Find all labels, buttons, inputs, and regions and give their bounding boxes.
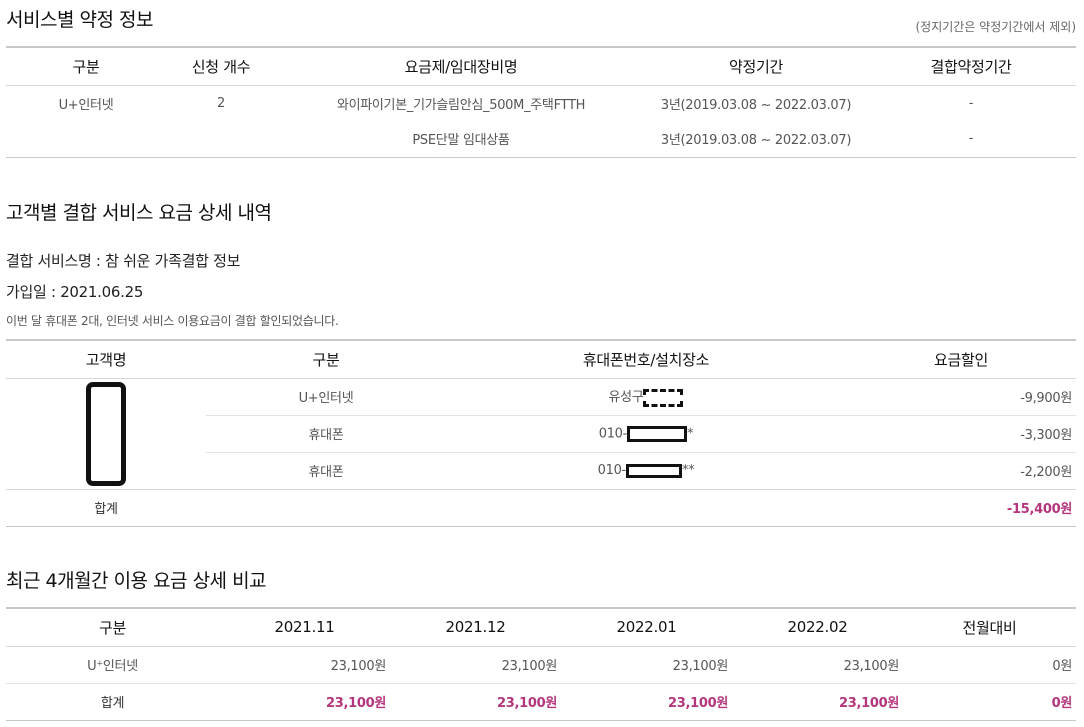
cell-value: 23,100원 bbox=[672, 659, 729, 674]
col-header-plan: 요금제/임대장비명 bbox=[276, 47, 646, 86]
total-value: 23,100원 bbox=[667, 696, 728, 711]
cell-phone: 010- ** bbox=[446, 452, 846, 489]
col-header-month: 2021.12 bbox=[390, 608, 561, 647]
cell-value: 23,100원 bbox=[843, 659, 900, 674]
phone-suffix: * bbox=[687, 426, 694, 441]
table-row: PSE단말 임대상품 3년(2019.03.08 ~ 2022.03.07) - bbox=[6, 121, 1076, 157]
cell-value: 23,100원 bbox=[330, 659, 387, 674]
contract-table: 구분 신청 개수 요금제/임대장비명 약정기간 결합약정기간 U+인터넷 2 와… bbox=[6, 46, 1076, 158]
cell-discount: -9,900원 bbox=[1020, 391, 1072, 406]
cell-plan: PSE단말 임대상품 bbox=[412, 133, 510, 149]
col-header-month: 2022.01 bbox=[561, 608, 732, 647]
total-value: 23,100원 bbox=[325, 696, 386, 711]
cell-period: 3년(2019.03.08 ~ 2022.03.07) bbox=[660, 97, 852, 113]
cell-combined: - bbox=[968, 131, 974, 147]
phone-suffix: ** bbox=[681, 463, 695, 478]
combined-discount-table: 고객명 구분 휴대폰번호/설치장소 요금할인 U+인터넷 유성구 -9,900원… bbox=[6, 339, 1076, 527]
col-header-month: 2021.11 bbox=[219, 608, 390, 647]
col-header-phone-location: 휴대폰번호/설치장소 bbox=[446, 340, 846, 379]
cell-phone: 010- * bbox=[446, 415, 846, 452]
cell-value: 23,100원 bbox=[501, 659, 558, 674]
cell-plan: 와이파이기본_기가슬림안심_500M_주택FTTH bbox=[336, 97, 586, 113]
col-header-period: 약정기간 bbox=[646, 47, 866, 86]
cell-category: U+인터넷 bbox=[58, 97, 114, 113]
cell-category bbox=[6, 121, 166, 157]
cell-category: 휴대폰 bbox=[308, 428, 344, 443]
phone-prefix: 010- bbox=[597, 463, 627, 478]
phone-prefix: 010- bbox=[598, 426, 628, 441]
total-value: 0원 bbox=[1051, 696, 1073, 711]
total-discount: -15,400원 bbox=[1006, 502, 1072, 517]
contract-note: (정지기간은 약정기간에서 제외) bbox=[915, 20, 1076, 34]
col-header-count: 신청 개수 bbox=[166, 47, 276, 86]
cell-category: U+인터넷 bbox=[298, 391, 354, 406]
table-row: U+인터넷 유성구 -9,900원 bbox=[6, 378, 1076, 490]
col-header-category: 구분 bbox=[6, 47, 166, 86]
redaction-mark bbox=[627, 425, 688, 442]
col-header-combined-period: 결합약정기간 bbox=[866, 47, 1076, 86]
total-row: 합계 23,100원 23,100원 23,100원 23,100원 0원 bbox=[6, 683, 1076, 720]
section-title-contract: 서비스별 약정 정보 bbox=[6, 9, 153, 31]
redaction-mark bbox=[625, 463, 682, 478]
total-label: 합계 bbox=[100, 696, 125, 711]
total-value: 23,100원 bbox=[838, 696, 899, 711]
cell-location: 유성구 bbox=[446, 378, 846, 415]
col-header-category: 구분 bbox=[206, 340, 446, 379]
location-prefix: 유성구 bbox=[608, 390, 644, 406]
usage-comparison-table: 구분 2021.11 2021.12 2022.01 2022.02 전월대비 … bbox=[6, 607, 1076, 721]
cell-count: 2 bbox=[217, 95, 225, 111]
combined-service-name: 결합 서비스명 : 참 쉬운 가족결합 정보 bbox=[6, 252, 241, 270]
col-header-month: 2022.02 bbox=[732, 608, 903, 647]
col-header-discount: 요금할인 bbox=[846, 340, 1076, 379]
cell-discount: -3,300원 bbox=[1020, 428, 1072, 443]
cell-category: 휴대폰 bbox=[308, 465, 344, 480]
total-label: 합계 bbox=[94, 502, 118, 517]
total-row: 합계 -15,400원 bbox=[6, 489, 1076, 526]
col-header-mom: 전월대비 bbox=[903, 608, 1076, 647]
table-row: U⁺인터넷 23,100원 23,100원 23,100원 23,100원 0원 bbox=[6, 646, 1076, 683]
customer-name-redacted bbox=[6, 378, 206, 490]
col-header-customer: 고객명 bbox=[6, 340, 206, 379]
cell-period: 3년(2019.03.08 ~ 2022.03.07) bbox=[660, 133, 852, 149]
cell-discount: -2,200원 bbox=[1020, 465, 1072, 480]
cell-category: U⁺인터넷 bbox=[87, 659, 138, 674]
discount-description: 이번 달 휴대폰 2대, 인터넷 서비스 이용요금이 결합 할인되었습니다. bbox=[6, 314, 339, 328]
cell-combined: - bbox=[968, 95, 974, 111]
section-title-combined: 고객별 결합 서비스 요금 상세 내역 bbox=[6, 202, 272, 224]
total-value: 23,100원 bbox=[496, 696, 557, 711]
col-header-category: 구분 bbox=[6, 608, 219, 647]
cell-count bbox=[166, 121, 276, 157]
join-date: 가입일 : 2021.06.25 bbox=[6, 283, 144, 301]
table-row: U+인터넷 2 와이파이기본_기가슬림안심_500M_주택FTTH 3년(201… bbox=[6, 85, 1076, 121]
cell-value: 0원 bbox=[1052, 659, 1072, 674]
redaction-mark bbox=[643, 388, 684, 407]
redaction-mark bbox=[86, 381, 126, 486]
section-title-comparison: 최근 4개월간 이용 요금 상세 비교 bbox=[6, 570, 267, 592]
